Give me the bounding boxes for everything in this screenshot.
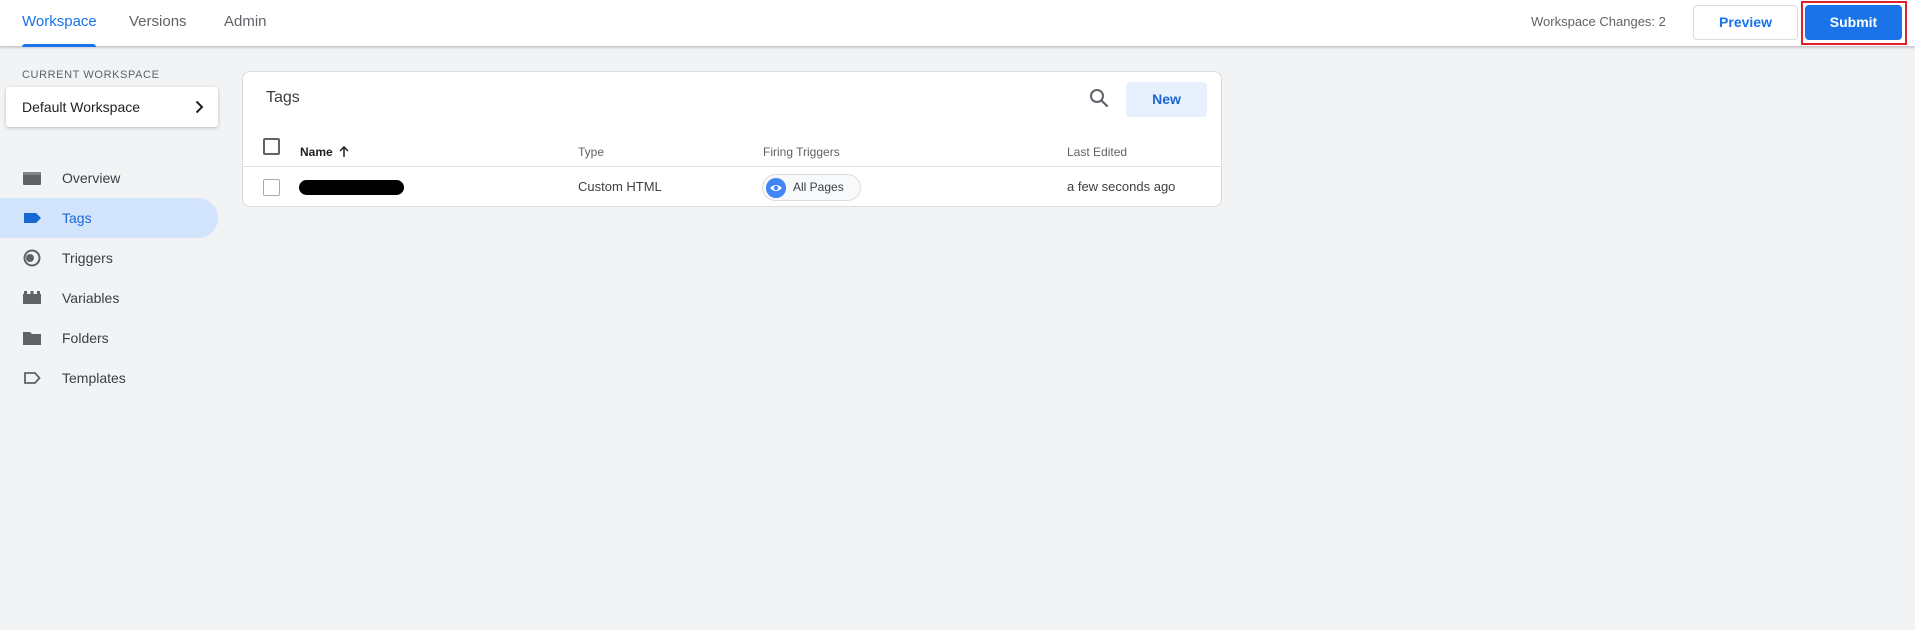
column-header-firing-triggers[interactable]: Firing Triggers xyxy=(763,145,840,159)
last-edited-value: a few seconds ago xyxy=(1067,179,1176,194)
new-tag-button[interactable]: New xyxy=(1126,82,1207,117)
sidebar-item-label: Overview xyxy=(62,170,121,186)
tab-admin[interactable]: Admin xyxy=(224,0,267,47)
divider xyxy=(243,166,1221,167)
sidebar-item-label: Folders xyxy=(62,330,109,346)
redacted-tag-name[interactable] xyxy=(299,180,404,195)
sidebar-item-variables[interactable]: Variables xyxy=(0,278,218,318)
select-all-checkbox[interactable] xyxy=(263,138,280,155)
tags-table-card: Tags New Name Type Firing Triggers Last … xyxy=(242,71,1222,207)
tab-workspace[interactable]: Workspace xyxy=(22,0,97,47)
sidebar-item-overview[interactable]: Overview xyxy=(0,158,218,198)
sidebar-item-label: Tags xyxy=(62,210,92,226)
sidebar-item-label: Templates xyxy=(62,370,126,386)
eye-icon xyxy=(766,178,786,198)
workspace-selector[interactable]: Default Workspace xyxy=(6,87,218,127)
tag-type: Custom HTML xyxy=(578,179,662,194)
search-icon[interactable] xyxy=(1087,86,1111,110)
column-header-type[interactable]: Type xyxy=(578,145,604,159)
page-title: Tags xyxy=(266,89,300,106)
trigger-chip-all-pages[interactable]: All Pages xyxy=(762,174,861,201)
trigger-icon xyxy=(23,249,41,267)
workspace-name: Default Workspace xyxy=(22,99,141,115)
sidebar-item-folders[interactable]: Folders xyxy=(0,318,218,358)
workspace-changes-count[interactable]: Workspace Changes: 2 xyxy=(1531,0,1666,44)
sidebar-item-templates[interactable]: Templates xyxy=(0,358,218,398)
sidebar-item-tags[interactable]: Tags xyxy=(0,198,218,238)
tab-versions[interactable]: Versions xyxy=(129,0,187,47)
top-bar: Workspace Versions Admin Workspace Chang… xyxy=(0,0,1915,47)
arrow-up-icon xyxy=(339,146,349,157)
tag-icon xyxy=(24,213,41,223)
column-header-name[interactable]: Name xyxy=(300,145,349,159)
sidebar-item-label: Triggers xyxy=(62,250,113,266)
column-header-last-edited[interactable]: Last Edited xyxy=(1067,145,1127,159)
overview-icon xyxy=(23,172,41,185)
template-icon xyxy=(24,372,41,384)
chevron-right-icon xyxy=(195,100,204,114)
submit-highlight-box xyxy=(1801,1,1907,45)
preview-button[interactable]: Preview xyxy=(1693,5,1798,40)
folder-icon xyxy=(23,332,41,345)
trigger-chip-label: All Pages xyxy=(793,180,844,194)
column-header-name-label: Name xyxy=(300,145,333,159)
sidebar-item-label: Variables xyxy=(62,290,120,306)
variables-icon xyxy=(23,291,41,304)
row-checkbox[interactable] xyxy=(263,179,280,196)
current-workspace-label: CURRENT WORKSPACE xyxy=(22,69,160,81)
sidebar-item-triggers[interactable]: Triggers xyxy=(0,238,218,278)
